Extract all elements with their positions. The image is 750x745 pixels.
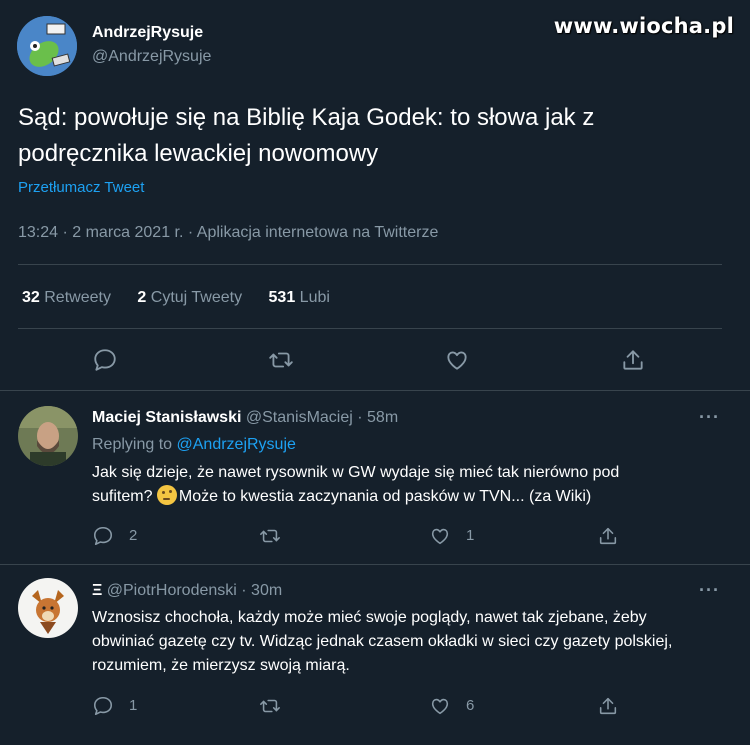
author-avatar[interactable] — [17, 16, 77, 76]
reply-icon[interactable] — [92, 347, 118, 373]
likes-stat[interactable]: 531 Lubi — [269, 289, 330, 306]
retweet-icon[interactable] — [259, 695, 281, 717]
like-count: 1 — [466, 527, 475, 544]
replying-to-handle[interactable]: @AndrzejRysuje — [177, 436, 296, 453]
reply-icon[interactable] — [92, 695, 114, 717]
thinking-face-icon — [156, 485, 177, 505]
reply-avatar[interactable] — [18, 406, 78, 466]
reply-author[interactable]: Maciej Stanisławski @StanisMaciej · 58m — [92, 409, 398, 427]
reply-author[interactable]: Ξ @PiotrHorodenski · 30m — [92, 582, 282, 600]
retweets-stat[interactable]: 32 Retweety — [22, 289, 111, 306]
tweet-text: Sąd: powołuje się na Biblię Kaja Godek: … — [18, 104, 595, 167]
quotes-stat[interactable]: 2 Cytuj Tweety — [137, 289, 242, 306]
share-icon[interactable] — [620, 347, 646, 373]
share-icon[interactable] — [597, 525, 619, 547]
divider — [18, 328, 722, 329]
divider — [18, 264, 722, 265]
reply-count: 1 — [129, 697, 138, 714]
reply-text: Wznosisz chochoła, każdy może mieć swoje… — [92, 609, 673, 674]
reply-count: 2 — [129, 527, 138, 544]
like-icon[interactable] — [429, 525, 451, 547]
like-icon[interactable] — [444, 347, 470, 373]
share-icon[interactable] — [597, 695, 619, 717]
retweet-icon[interactable] — [259, 525, 281, 547]
reply-avatar[interactable] — [18, 578, 78, 638]
reply-text: Jak się dzieje, że nawet rysownik w GW w… — [92, 464, 620, 505]
like-icon[interactable] — [429, 695, 451, 717]
reply-icon[interactable] — [92, 525, 114, 547]
more-options-button[interactable]: ··· — [699, 580, 720, 601]
site-watermark: www.wiocha.pl — [553, 14, 734, 38]
tweet-stats: 32 Retweety 2 Cytuj Tweety 531 Lubi — [22, 289, 352, 307]
translate-tweet-link[interactable]: Przetłumacz Tweet — [18, 179, 144, 196]
divider — [0, 390, 750, 391]
retweet-icon[interactable] — [268, 347, 294, 373]
like-count: 6 — [466, 697, 475, 714]
more-options-button[interactable]: ··· — [699, 407, 720, 428]
tweet-timestamp[interactable]: 13:24 · 2 marca 2021 r. · Aplikacja inte… — [18, 224, 438, 242]
author-name[interactable]: AndrzejRysuje — [92, 24, 203, 42]
replying-to: Replying to @AndrzejRysuje — [92, 436, 296, 453]
author-handle[interactable]: @AndrzejRysuje — [92, 48, 211, 66]
divider — [0, 564, 750, 565]
